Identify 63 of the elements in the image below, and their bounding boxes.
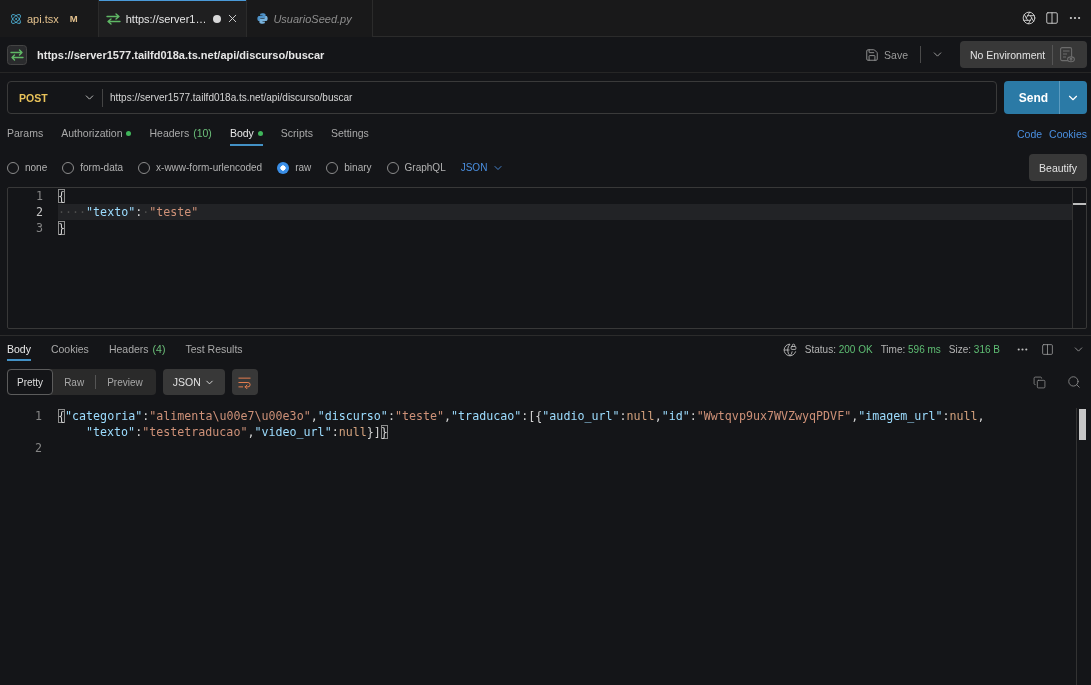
send-button[interactable]: Send bbox=[1004, 81, 1059, 114]
beautify-button[interactable]: Beautify bbox=[1029, 154, 1087, 181]
atom-icon bbox=[10, 12, 22, 25]
line-number: 1 bbox=[35, 188, 43, 204]
editor-tab[interactable]: UsuarioSeed.py bbox=[247, 0, 373, 37]
body-type-option[interactable]: raw bbox=[277, 161, 312, 174]
code-line: } bbox=[58, 220, 66, 236]
request-url-bar[interactable]: POST https://server1577.tailfd018a.ts.net/api/discurso/buscar bbox=[7, 81, 997, 114]
copy-icon[interactable] bbox=[1033, 375, 1046, 389]
line-number: 3 bbox=[35, 220, 43, 236]
editor-tab[interactable]: https://server1… bbox=[98, 0, 248, 37]
wrap-button[interactable] bbox=[231, 369, 258, 395]
view-tab[interactable]: Pretty bbox=[7, 369, 54, 395]
search-icon[interactable] bbox=[1067, 375, 1081, 389]
modified-marker: M bbox=[69, 13, 78, 24]
globe-lock-icon bbox=[782, 342, 797, 357]
request-title: https://server1577.tailfd018a.ts.net/api/discurso/buscar bbox=[37, 48, 325, 61]
request-tab[interactable]: Settings bbox=[330, 122, 369, 146]
response-tab[interactable]: Body bbox=[7, 338, 31, 361]
save-icon bbox=[865, 47, 880, 62]
response-tab[interactable]: Cookies bbox=[50, 338, 89, 361]
request-tab[interactable]: Params bbox=[7, 122, 44, 146]
response-tab[interactable]: Test Results bbox=[185, 338, 243, 361]
python-file-icon bbox=[257, 13, 269, 24]
split-editor-icon[interactable] bbox=[1045, 11, 1059, 25]
response-stat: Time: 596 ms bbox=[880, 344, 941, 355]
format-dropdown[interactable]: JSON bbox=[162, 369, 225, 395]
list-eye-icon bbox=[1060, 46, 1076, 63]
body-type-option[interactable]: none bbox=[7, 161, 48, 174]
save-button[interactable]: Save bbox=[863, 47, 910, 62]
editor-tab[interactable]: api.tsx M bbox=[0, 0, 99, 37]
request-tab[interactable]: Scripts bbox=[280, 122, 313, 146]
response-stat: Size: 316 B bbox=[948, 344, 1000, 355]
aperture-icon[interactable] bbox=[1022, 11, 1036, 25]
view-tab[interactable]: Raw bbox=[53, 369, 96, 395]
body-type-option[interactable]: x-www-form-urlencoded bbox=[138, 161, 263, 174]
code-line: ····"texto":·"teste" bbox=[58, 204, 199, 220]
view-tab[interactable]: Preview bbox=[96, 369, 154, 395]
body-type-option[interactable]: form-data bbox=[62, 161, 124, 174]
line-number: 2 bbox=[34, 440, 42, 456]
request-tab[interactable]: Headers (10) bbox=[149, 122, 212, 146]
response-tab[interactable]: Headers (4) bbox=[108, 338, 166, 361]
scrollbar-thumb[interactable] bbox=[1079, 409, 1086, 440]
request-tab[interactable]: Authorization bbox=[61, 122, 132, 146]
wrap-text-icon bbox=[237, 374, 253, 390]
line-number: 2 bbox=[35, 204, 43, 220]
code-line: {"categoria":"alimenta\u00e7\u00e3o","discurso":"teste","traducao":[{"audio_url":null,"id":"Wwtqvp9ux7WVZwyqPDVF","imagem_url":null, bbox=[58, 408, 985, 424]
request-tab[interactable]: Body bbox=[229, 122, 263, 146]
format-dropdown[interactable]: JSON bbox=[460, 161, 505, 174]
swap-arrows-icon bbox=[7, 44, 27, 65]
code-line: { bbox=[58, 188, 66, 204]
response-stat: Status: 200 OK bbox=[804, 344, 873, 355]
line-number: 1 bbox=[34, 408, 42, 424]
environment-dropdown[interactable]: No Environment bbox=[960, 41, 1087, 68]
code-line: "texto":"testetraducao","video_url":null}]} bbox=[86, 424, 388, 440]
link[interactable]: Code bbox=[1016, 128, 1043, 140]
body-type-option[interactable]: binary bbox=[326, 161, 372, 174]
split-view-icon[interactable] bbox=[1041, 343, 1054, 356]
body-type-option[interactable]: GraphQL bbox=[386, 161, 446, 174]
method-dropdown[interactable]: POST bbox=[8, 82, 102, 113]
link[interactable]: Cookies bbox=[1049, 128, 1087, 140]
url-field[interactable]: https://server1577.tailfd018a.ts.net/api/discurso/buscar bbox=[103, 82, 996, 113]
swap-arrows-icon bbox=[105, 12, 121, 25]
